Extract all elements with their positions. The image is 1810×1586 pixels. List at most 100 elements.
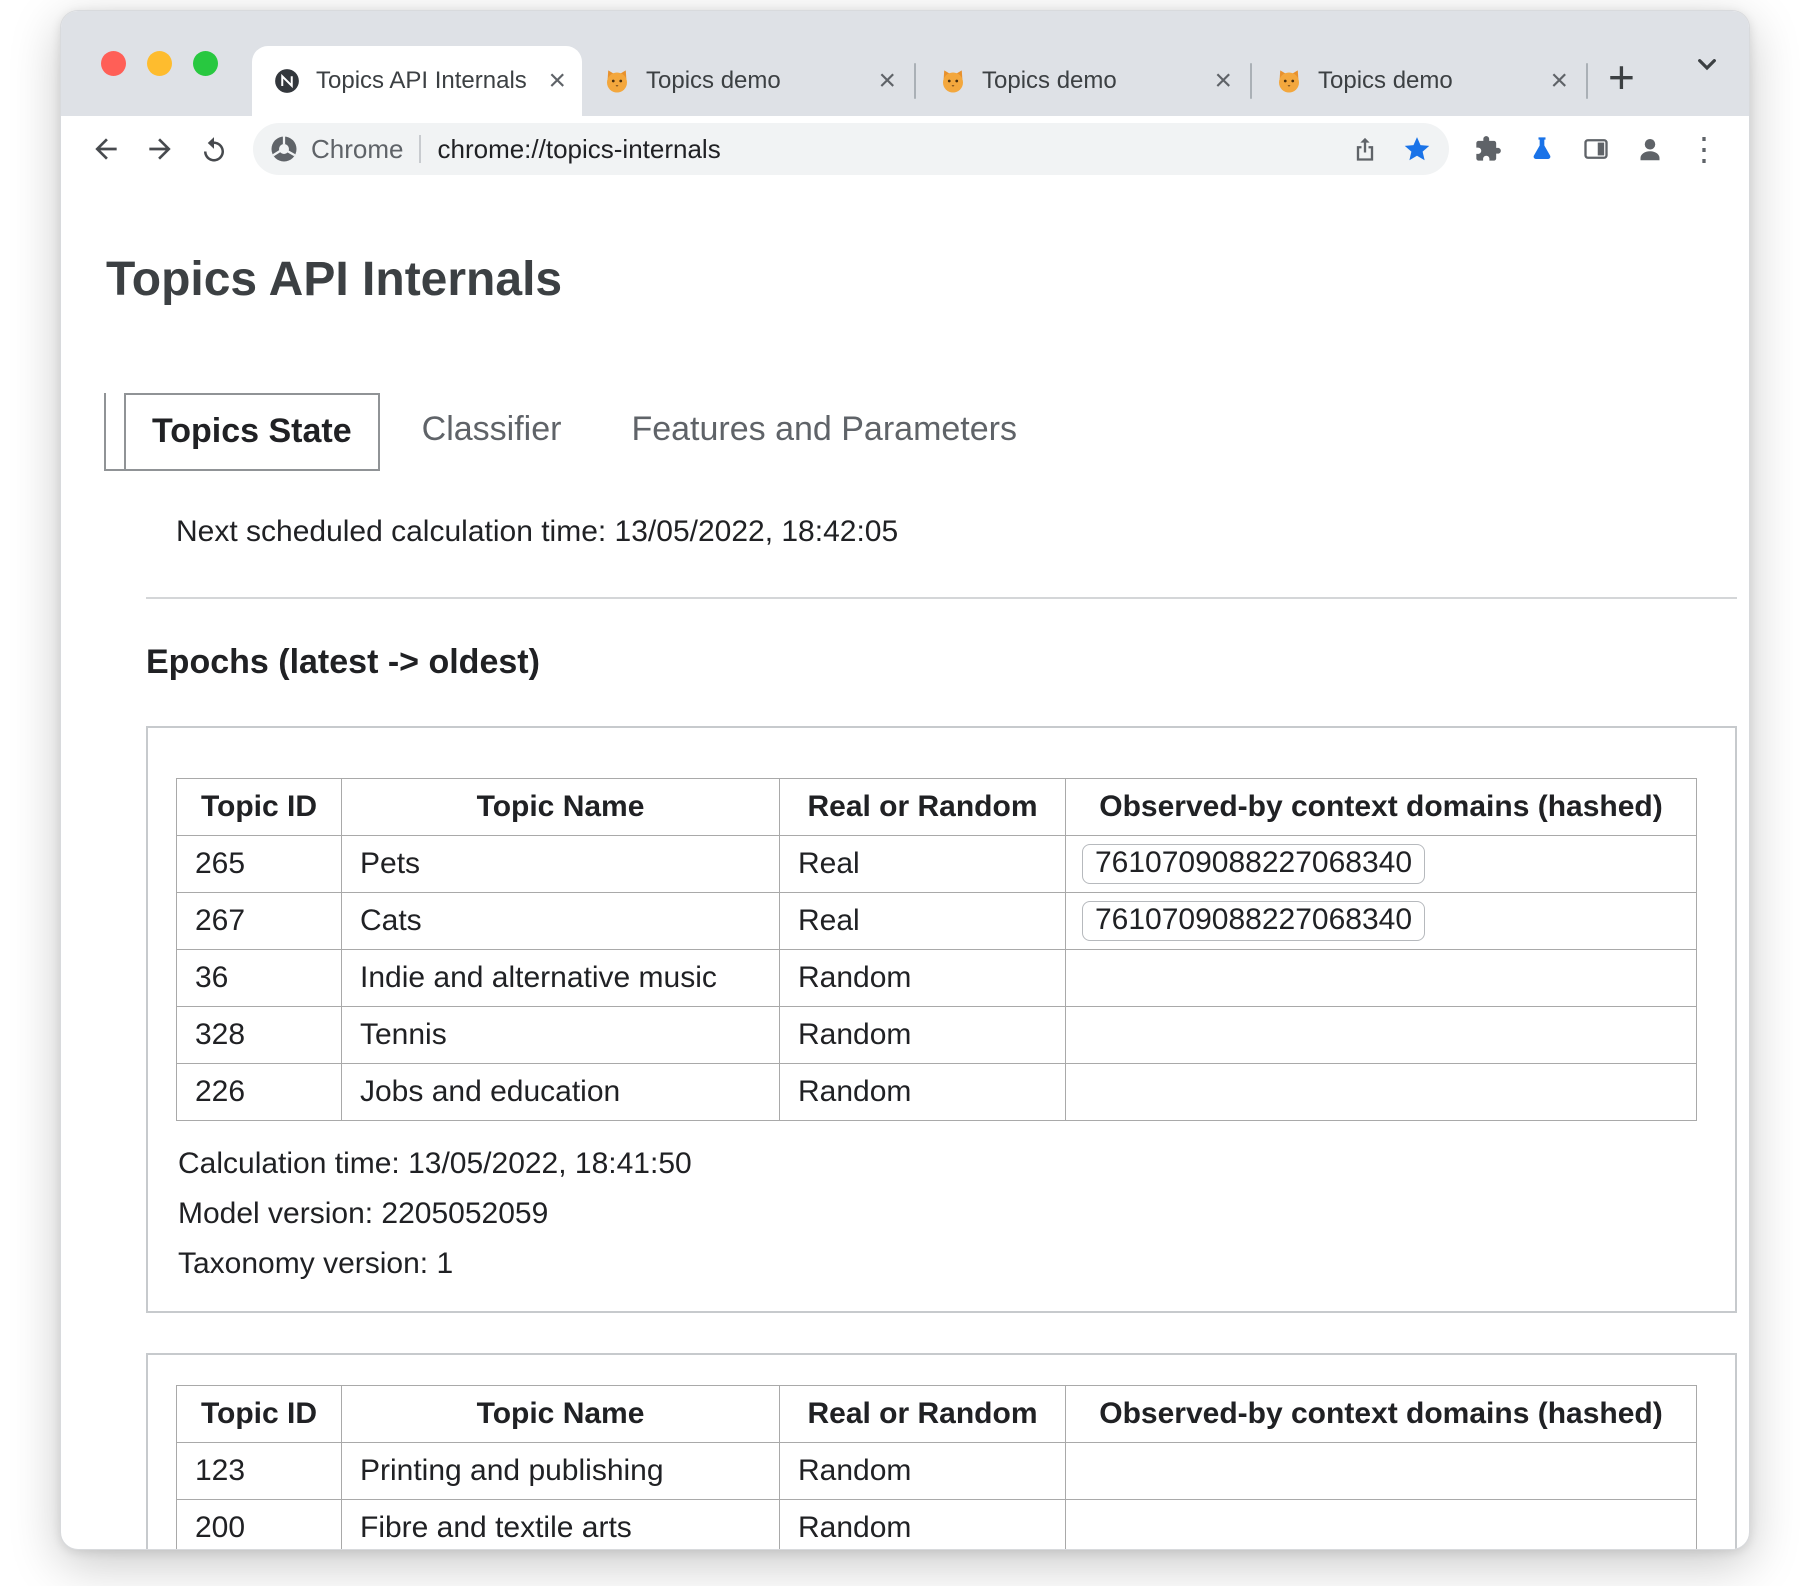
topic-id-cell: 265 [177,836,342,893]
section-divider [146,597,1737,599]
observed-domains-cell [1066,1007,1697,1064]
tab-search-chevron-icon[interactable] [1691,48,1723,80]
table-row: 226 Jobs and education Random [177,1064,1697,1121]
minimize-window-button[interactable] [147,51,172,76]
topic-name-cell: Jobs and education [342,1064,780,1121]
close-tab-icon[interactable]: × [1548,66,1570,96]
url-text: chrome://topics-internals [437,134,1331,165]
cat-favicon-icon [602,66,632,96]
tab-title: Topics demo [646,67,862,95]
model-version: Model version: 2205052059 [178,1197,1707,1231]
page-content: Topics API Internals Topics State Classi… [61,182,1749,1550]
topic-name-cell: Cats [342,893,780,950]
browser-window: Topics API Internals × Topics demo × Top… [60,10,1750,1550]
side-panel-icon[interactable] [1571,124,1621,174]
back-button[interactable] [81,124,131,174]
close-tab-icon[interactable]: × [1212,66,1234,96]
col-observed-domains: Observed-by context domains (hashed) [1066,1386,1697,1443]
real-random-cell: Real [780,893,1066,950]
taxonomy-version: Taxonomy version: 1 [178,1247,1707,1281]
topic-name-cell: Indie and alternative music [342,950,780,1007]
tab-separator [914,63,916,99]
tab-strip: Topics API Internals × Topics demo × Top… [61,11,1749,116]
cat-favicon-icon [938,66,968,96]
topic-name-cell: Printing and publishing [342,1443,780,1500]
observed-domains-cell [1066,1443,1697,1500]
window-controls [101,51,218,76]
calculation-time: Calculation time: 13/05/2022, 18:41:50 [178,1147,1707,1181]
hashed-domain-chip[interactable]: 7610709088227068340 [1082,844,1425,884]
zoom-window-button[interactable] [193,51,218,76]
tab-features-parameters[interactable]: Features and Parameters [603,393,1045,471]
table-header-row: Topic ID Topic Name Real or Random Obser… [177,1386,1697,1443]
real-random-cell: Random [780,1064,1066,1121]
three-dots-glyph: ⋮ [1688,130,1720,168]
browser-tab-topics-demo-2[interactable]: Topics demo × [918,46,1248,116]
bookmark-star-icon[interactable] [1395,127,1439,171]
epoch-panel-1: Topic ID Topic Name Real or Random Obser… [146,726,1737,1313]
profile-avatar-icon[interactable] [1625,124,1675,174]
topic-id-cell: 123 [177,1443,342,1500]
cat-favicon-icon [1274,66,1304,96]
omnibox-divider [419,135,421,163]
topic-id-cell: 36 [177,950,342,1007]
forward-button[interactable] [135,124,185,174]
real-random-cell: Random [780,1443,1066,1500]
real-random-cell: Random [780,1007,1066,1064]
topic-id-cell: 226 [177,1064,342,1121]
next-calculation-time: Next scheduled calculation time: 13/05/2… [176,515,1737,549]
tab-separator [1586,63,1588,99]
close-window-button[interactable] [101,51,126,76]
hashed-domain-chip[interactable]: 7610709088227068340 [1082,901,1425,941]
omnibox-actions [1343,127,1439,171]
browser-tab-topics-internals[interactable]: Topics API Internals × [252,46,582,116]
tab-title: Topics demo [1318,67,1534,95]
epochs-heading: Epochs (latest -> oldest) [146,643,1737,682]
labs-flask-icon[interactable] [1517,124,1567,174]
tab-topics-state[interactable]: Topics State [124,393,380,471]
close-tab-icon[interactable]: × [546,66,568,96]
topic-id-cell: 267 [177,893,342,950]
tab-separator [1250,63,1252,99]
observed-domains-cell: 7610709088227068340 [1066,893,1697,950]
tab-bar-edge [104,393,124,471]
chrome-logo-icon [269,134,299,164]
browser-tab-topics-demo-1[interactable]: Topics demo × [582,46,912,116]
table-header-row: Topic ID Topic Name Real or Random Obser… [177,779,1697,836]
address-bar[interactable]: Chrome chrome://topics-internals [253,123,1449,175]
reload-button[interactable] [189,124,239,174]
real-random-cell: Random [780,1500,1066,1551]
table-row: 36 Indie and alternative music Random [177,950,1697,1007]
internals-tab-bar: Topics State Classifier Features and Par… [104,393,1737,471]
tab-title: Topics demo [982,67,1198,95]
col-topic-name: Topic Name [342,1386,780,1443]
new-tab-button[interactable]: + [1608,54,1635,100]
col-topic-id: Topic ID [177,1386,342,1443]
table-row: 265 Pets Real 7610709088227068340 [177,836,1697,893]
observed-domains-cell [1066,950,1697,1007]
browser-menu-icon[interactable]: ⋮ [1679,124,1729,174]
site-engine-label: Chrome [311,134,403,165]
close-tab-icon[interactable]: × [876,66,898,96]
epoch-table-2: Topic ID Topic Name Real or Random Obser… [176,1385,1697,1550]
browser-tab-topics-demo-3[interactable]: Topics demo × [1254,46,1584,116]
col-observed-domains: Observed-by context domains (hashed) [1066,779,1697,836]
col-topic-name: Topic Name [342,779,780,836]
topic-id-cell: 328 [177,1007,342,1064]
observed-domains-cell [1066,1064,1697,1121]
col-real-or-random: Real or Random [780,779,1066,836]
topic-name-cell: Fibre and textile arts [342,1500,780,1551]
table-row: 267 Cats Real 7610709088227068340 [177,893,1697,950]
topic-id-cell: 200 [177,1500,342,1551]
tab-classifier[interactable]: Classifier [394,393,590,471]
share-icon[interactable] [1343,127,1387,171]
real-random-cell: Real [780,836,1066,893]
extensions-puzzle-icon[interactable] [1463,124,1513,174]
observed-domains-cell: 7610709088227068340 [1066,836,1697,893]
topic-name-cell: Tennis [342,1007,780,1064]
topics-state-panel: Next scheduled calculation time: 13/05/2… [146,515,1737,1550]
epoch-table-1: Topic ID Topic Name Real or Random Obser… [176,778,1697,1121]
real-random-cell: Random [780,950,1066,1007]
tab-title: Topics API Internals [316,67,532,95]
observed-domains-cell [1066,1500,1697,1551]
